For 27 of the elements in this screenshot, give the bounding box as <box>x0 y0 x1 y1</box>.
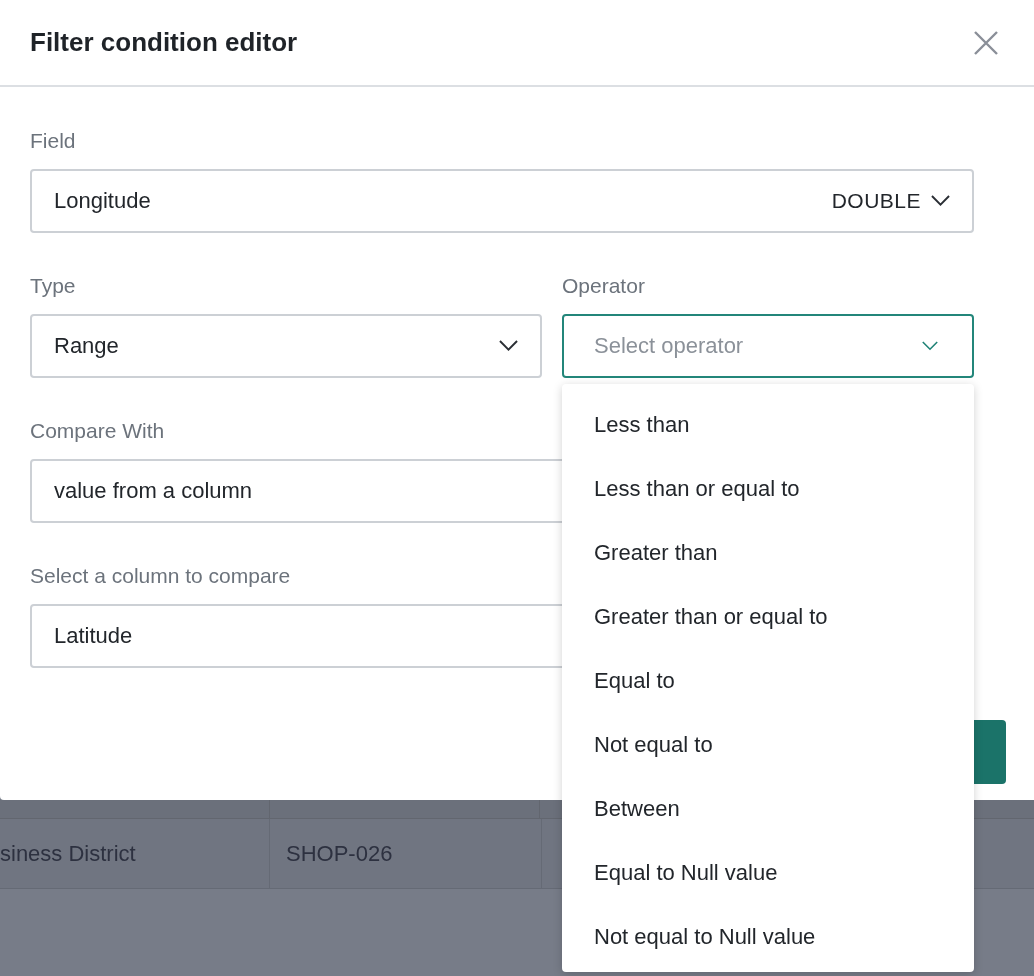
close-icon[interactable] <box>974 30 998 55</box>
chevron-icon <box>922 341 938 351</box>
field-label: Field <box>30 128 76 154</box>
chevron-icon <box>931 195 950 207</box>
field-label: Operator <box>562 273 645 299</box>
dropdown-option[interactable]: Not equal to Null value <box>562 905 974 969</box>
field-label: Type <box>30 273 76 299</box>
dropdown-option[interactable]: Equal to Null value <box>562 841 974 905</box>
dropdown-option[interactable]: Less than <box>562 393 974 457</box>
dropdown-option[interactable]: Between <box>562 777 974 841</box>
dialog-title: Filter condition editor <box>30 27 298 58</box>
select-value: value from a column <box>54 478 253 504</box>
field-label: Select a column to compare <box>30 563 291 589</box>
select-value: Latitude <box>54 623 133 649</box>
dropdown-option[interactable]: Less than or equal to <box>562 457 974 521</box>
field-label: Compare With <box>30 418 165 444</box>
data-type-label: DOUBLE <box>831 189 921 213</box>
field-select[interactable]: Longitude DOUBLE <box>30 169 974 233</box>
dropdown-option[interactable]: Greater than <box>562 521 974 585</box>
select-value: Longitude <box>54 188 151 214</box>
dropdown-option[interactable]: Not equal to <box>562 713 974 777</box>
table-cell: SHOP-026 <box>270 819 542 888</box>
chevron-icon <box>499 340 518 352</box>
select-value: Range <box>54 333 119 359</box>
type-select[interactable]: Range <box>30 314 542 378</box>
select-placeholder: Select operator <box>594 333 744 359</box>
table-cell: siness District <box>0 819 270 888</box>
